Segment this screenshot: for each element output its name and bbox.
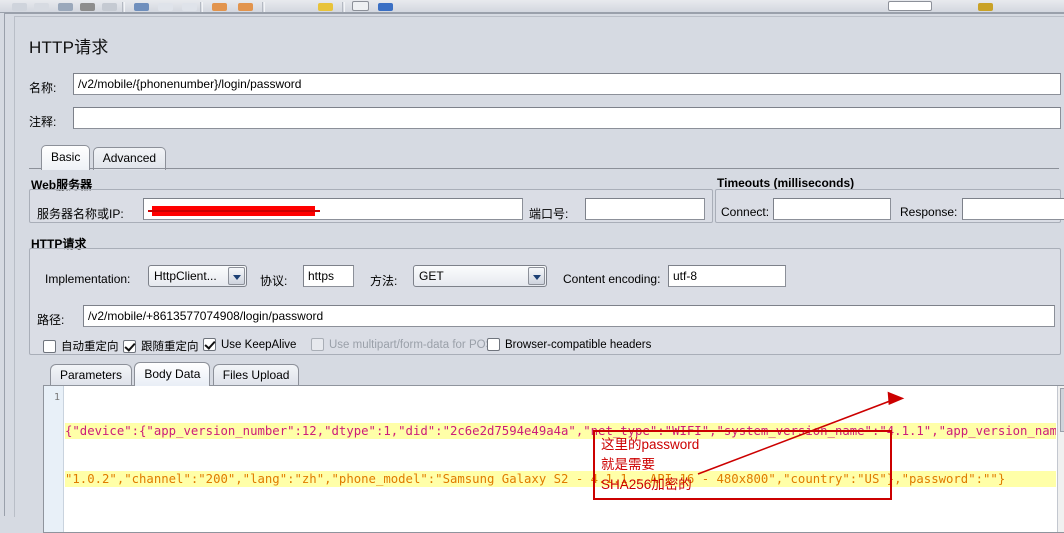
code-line-1: {"device":{"app_version_number":12,"dtyp… xyxy=(65,423,1056,439)
chevron-down-icon[interactable] xyxy=(228,267,245,285)
code-content[interactable]: {"device":{"app_version_number":12,"dtyp… xyxy=(65,386,1056,532)
protocol-label: 协议: xyxy=(260,274,288,288)
annotation-text: 这里的password 就是需要 SHA256加密的 xyxy=(601,435,801,495)
tab-parameters[interactable]: Parameters xyxy=(50,364,133,386)
port-input[interactable] xyxy=(585,198,705,220)
checkbox-follow-redirects[interactable]: 跟随重定向 xyxy=(123,338,199,354)
response-label: Response: xyxy=(900,205,958,219)
content-encoding-input[interactable]: utf-8 xyxy=(668,265,786,287)
path-label: 路径: xyxy=(37,313,65,327)
body-tabstrip[interactable]: Parameters Body Data Files Upload xyxy=(50,362,300,386)
line-number: 1 xyxy=(53,392,60,403)
timer-field[interactable] xyxy=(888,1,932,11)
tab-files-upload[interactable]: Files Upload xyxy=(212,364,300,386)
checkbox-box[interactable] xyxy=(123,340,136,353)
toolbar-separator xyxy=(122,2,125,12)
toolbar-separator xyxy=(342,2,345,12)
paste-icon[interactable] xyxy=(182,3,197,11)
clear-icon[interactable] xyxy=(352,1,369,11)
method-dropdown[interactable]: GET xyxy=(413,265,547,287)
tabstrip-underline xyxy=(29,168,1059,169)
copy-icon[interactable] xyxy=(158,3,173,11)
jmeter-http-request-panel: HTTP请求 名称: /v2/mobile/{phonenumber}/logi… xyxy=(0,0,1064,533)
checkbox-browser-compatible-headers[interactable]: Browser-compatible headers xyxy=(487,338,651,351)
expand-icon[interactable] xyxy=(212,3,227,11)
implementation-label: Implementation: xyxy=(45,272,131,286)
redaction-strikethrough xyxy=(148,210,320,212)
toolbar-separator xyxy=(262,2,265,12)
main-tabstrip[interactable]: Basic Advanced xyxy=(41,145,167,170)
comment-input[interactable] xyxy=(73,107,1061,129)
connect-label: Connect: xyxy=(721,205,770,219)
checkbox-auto-redirect[interactable]: 自动重定向 xyxy=(43,338,119,354)
tab-basic[interactable]: Basic xyxy=(41,145,91,170)
save-all-icon[interactable] xyxy=(80,3,95,11)
annotation-line-2: 就是需要 xyxy=(601,457,655,472)
checkbox-label: 自动重定向 xyxy=(61,341,119,353)
line-number-gutter: 1 xyxy=(44,386,64,532)
toolbar-separator xyxy=(200,2,203,12)
run-icon[interactable] xyxy=(318,3,333,11)
method-value: GET xyxy=(419,269,444,283)
server-label: 服务器名称或IP: xyxy=(37,207,124,221)
checkbox-box xyxy=(311,338,324,351)
tab-body-data[interactable]: Body Data xyxy=(134,362,211,386)
content-panel: HTTP请求 名称: /v2/mobile/{phonenumber}/logi… xyxy=(14,16,1064,533)
new-icon[interactable] xyxy=(12,3,27,11)
connect-timeout-input[interactable] xyxy=(773,198,891,220)
main-toolbar[interactable] xyxy=(0,0,1064,13)
method-label: 方法: xyxy=(370,274,398,288)
warning-icon[interactable] xyxy=(978,3,993,11)
path-input[interactable]: /v2/mobile/+8613577074908/login/password xyxy=(83,305,1055,327)
collapse-icon[interactable] xyxy=(238,3,253,11)
annotation-line-3: SHA256加密的 xyxy=(601,477,692,492)
open-icon[interactable] xyxy=(34,3,49,11)
save-icon[interactable] xyxy=(58,3,73,11)
checkbox-label: Browser-compatible headers xyxy=(505,339,652,351)
checkbox-box[interactable] xyxy=(43,340,56,353)
editor-vertical-scrollbar[interactable] xyxy=(1057,386,1064,532)
implementation-dropdown[interactable]: HttpClient... xyxy=(148,265,247,287)
close-icon[interactable] xyxy=(102,3,117,11)
checkbox-use-multipart: Use multipart/form-data for POST xyxy=(311,338,500,351)
tab-advanced[interactable]: Advanced xyxy=(92,147,167,170)
cut-icon[interactable] xyxy=(134,3,149,11)
checkbox-label: Use KeepAlive xyxy=(221,339,297,351)
name-input[interactable]: /v2/mobile/{phonenumber}/login/password xyxy=(73,73,1061,95)
checkbox-box[interactable] xyxy=(487,338,500,351)
chevron-down-icon[interactable] xyxy=(528,267,545,285)
window-outer-frame: HTTP请求 名称: /v2/mobile/{phonenumber}/logi… xyxy=(4,13,1064,533)
checkbox-label: 跟随重定向 xyxy=(141,341,199,353)
checkbox-use-keepalive[interactable]: Use KeepAlive xyxy=(203,338,296,351)
name-label: 名称: xyxy=(29,81,57,95)
annotation-line-1: 这里的password xyxy=(601,437,700,452)
content-encoding-label: Content encoding: xyxy=(563,272,661,286)
code-line-2: "1.0.2","channel":"200","lang":"zh","pho… xyxy=(65,471,1056,487)
protocol-input[interactable]: https xyxy=(303,265,354,287)
comment-label: 注释: xyxy=(29,115,57,129)
clear-all-icon[interactable] xyxy=(378,3,393,11)
implementation-value: HttpClient... xyxy=(154,269,217,283)
page-title: HTTP请求 xyxy=(29,38,109,57)
port-label: 端口号: xyxy=(529,207,569,221)
checkbox-box[interactable] xyxy=(203,338,216,351)
checkbox-label: Use multipart/form-data for POST xyxy=(329,339,501,351)
response-timeout-input[interactable] xyxy=(962,198,1064,220)
body-data-editor[interactable]: 1 {"device":{"app_version_number":12,"dt… xyxy=(43,385,1064,533)
timeouts-group-title: Timeouts (milliseconds) xyxy=(717,176,855,190)
scrollbar-thumb[interactable] xyxy=(1060,388,1064,432)
